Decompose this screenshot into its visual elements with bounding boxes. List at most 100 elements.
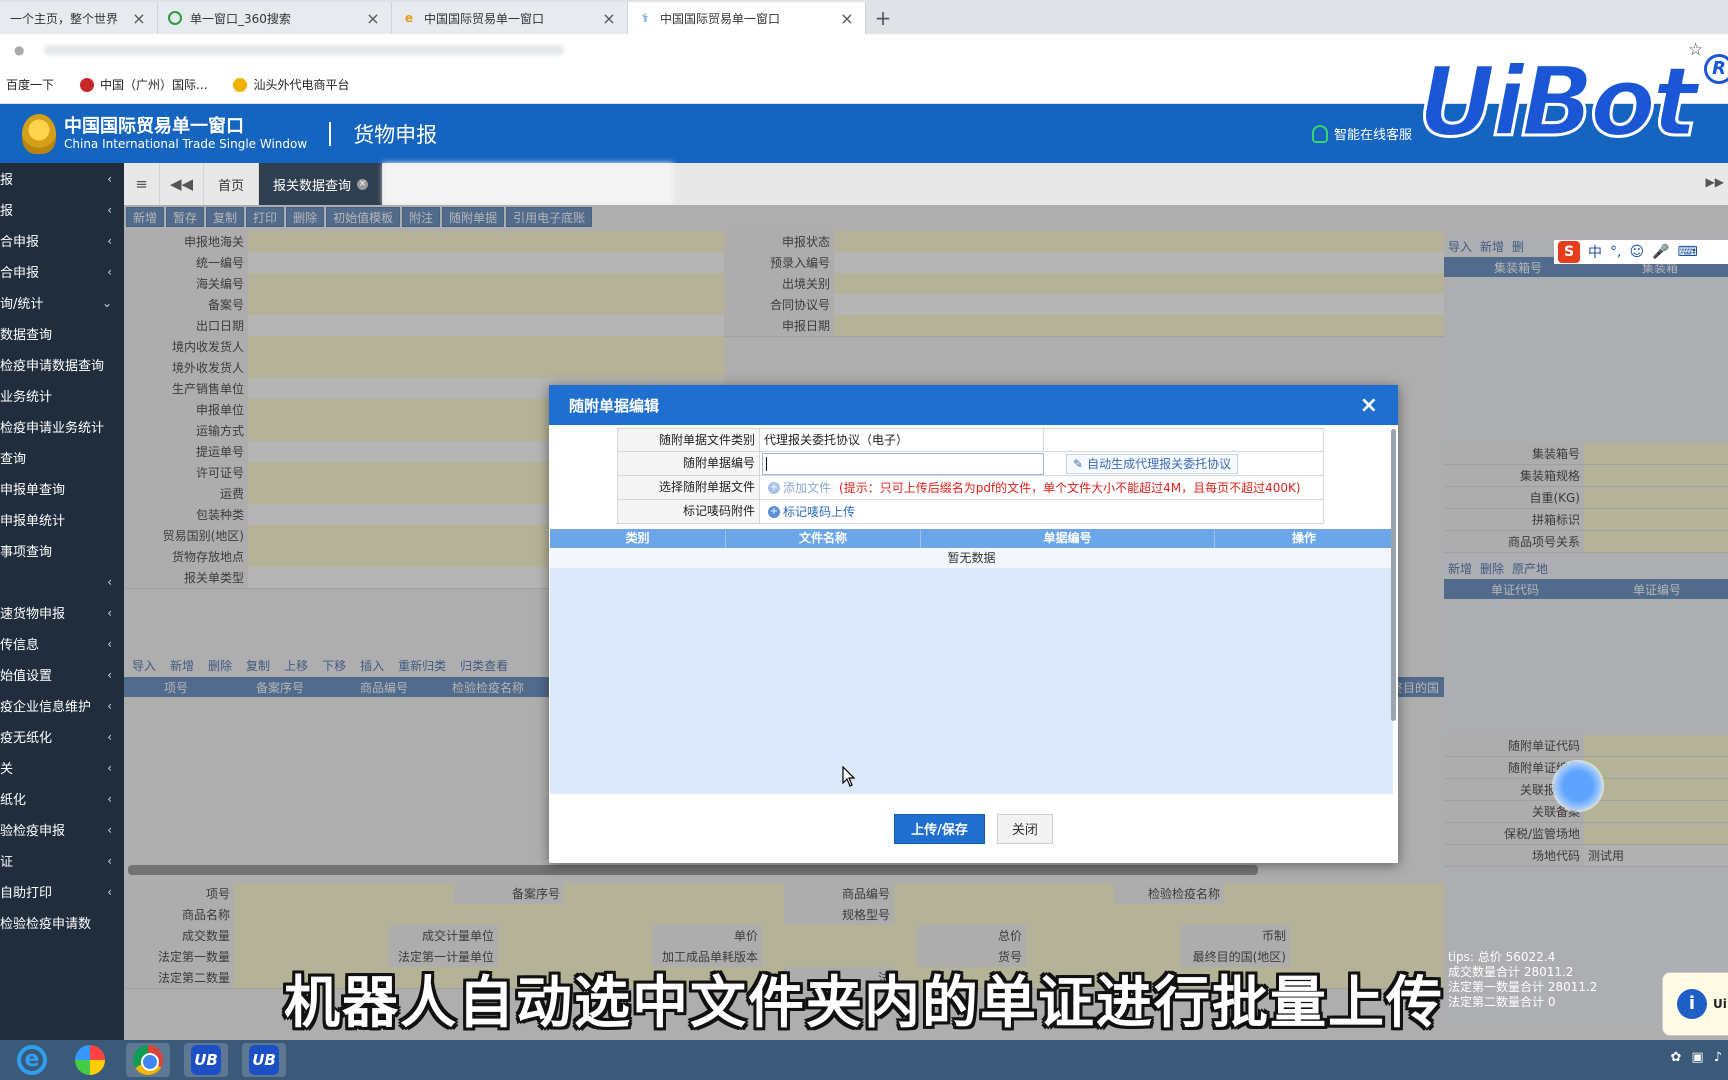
attachment-table-body: 暂无数据 bbox=[550, 548, 1393, 794]
browser-tab-3[interactable]: e 中国国际贸易单一窗口 × bbox=[392, 2, 628, 34]
file-type-cell: 代理报关委托协议（电子） bbox=[760, 429, 1323, 451]
scroll-left-icon[interactable]: ◀◀ bbox=[160, 163, 204, 205]
add-file-button[interactable]: + 添加文件 bbox=[768, 479, 831, 496]
tab-declaration-query[interactable]: 报关数据查询 × bbox=[259, 163, 384, 205]
taskbar-uibot-1[interactable]: UB bbox=[184, 1043, 228, 1077]
close-icon[interactable]: × bbox=[839, 9, 855, 28]
punctuation-icon[interactable]: °, bbox=[1610, 244, 1621, 260]
sidebar-item[interactable]: 申报单查询 bbox=[0, 473, 124, 504]
browser-tab-4[interactable]: ⚕ 中国国际贸易单一窗口 × bbox=[628, 2, 866, 34]
sidebar-item-label: 报 bbox=[0, 204, 14, 219]
sidebar-item[interactable]: 报 ‹ bbox=[0, 194, 124, 225]
bookmark-guangzhou[interactable]: 中国（广州）国际... bbox=[80, 76, 207, 93]
mark-upload-button[interactable]: + 标记唛码上传 bbox=[768, 503, 855, 520]
floating-assistant-icon[interactable] bbox=[1552, 760, 1604, 812]
col-action: 操作 bbox=[1291, 531, 1316, 545]
uibot-icon: UB bbox=[191, 1045, 221, 1075]
dialog-scrollbar[interactable] bbox=[1391, 429, 1396, 721]
chevron-icon: ‹ bbox=[107, 698, 112, 713]
sidebar-item-label: 合申报 bbox=[0, 266, 40, 281]
customs-emblem-icon bbox=[22, 113, 56, 154]
ime-lang[interactable]: 中 bbox=[1588, 242, 1602, 262]
dialog-title: 随附单据编辑 bbox=[569, 396, 660, 415]
autogen-agreement-button[interactable]: ✎ 自动生成代理报关委托协议 bbox=[1066, 453, 1239, 474]
mark-cell: + 标记唛码上传 bbox=[760, 500, 1323, 523]
browser-tab-2[interactable]: 单一窗口_360搜索 × bbox=[158, 2, 392, 34]
sidebar-item[interactable]: 合申报 ‹ bbox=[0, 225, 124, 256]
upload-hint: (提示：只可上传后缀名为pdf的文件，单个文件大小不能超过4M，且每页不超过40… bbox=[839, 481, 1301, 495]
sidebar-item[interactable]: ‹ bbox=[0, 566, 124, 597]
sidebar-item[interactable]: 疫无纸化 ‹ bbox=[0, 721, 124, 752]
sidebar-item[interactable]: 检疫申请业务统计 bbox=[0, 411, 124, 442]
close-icon[interactable]: × bbox=[601, 9, 617, 28]
chevron-icon: ‹ bbox=[107, 729, 112, 744]
scroll-right-icon[interactable]: ▶▶ bbox=[1706, 175, 1724, 189]
sidebar-item[interactable]: 疫企业信息维护 ‹ bbox=[0, 690, 124, 721]
taskbar-pinwheel[interactable] bbox=[68, 1043, 112, 1077]
taskbar-ie[interactable]: e bbox=[10, 1043, 54, 1077]
sidebar-item[interactable]: 自助打印 ‹ bbox=[0, 876, 124, 907]
browser-tab-1[interactable]: 一个主页，整个世界 × bbox=[0, 2, 158, 34]
sidebar-item[interactable]: 证 ‹ bbox=[0, 845, 124, 876]
volume-icon[interactable]: ♪ bbox=[1714, 1050, 1722, 1065]
sidebar-item[interactable]: 申报单统计 bbox=[0, 504, 124, 535]
star-bookmark-icon bbox=[233, 77, 248, 92]
close-icon[interactable]: × bbox=[1360, 393, 1378, 418]
sidebar-item[interactable]: 查询 bbox=[0, 442, 124, 473]
headset-icon bbox=[1312, 124, 1328, 143]
taskbar-chrome[interactable] bbox=[126, 1043, 170, 1077]
sidebar-item-label: 自助打印 bbox=[0, 886, 53, 901]
chevron-icon: ‹ bbox=[107, 791, 112, 806]
attachment-form: 随附单据文件类别 代理报关委托协议（电子） 随附单据编号 ✎ 自动生成代理报关委… bbox=[617, 428, 1324, 524]
sidebar-item[interactable]: 检验检疫申请数 bbox=[0, 907, 124, 938]
taskbar-uibot-2[interactable]: UB bbox=[242, 1043, 286, 1077]
blurred-tab[interactable] bbox=[383, 163, 674, 205]
menu-toggle-icon[interactable]: ≡ bbox=[124, 163, 160, 205]
seal-icon bbox=[80, 77, 95, 92]
dialog-footer: 上传/保存 关闭 bbox=[549, 794, 1398, 863]
doc-no-input[interactable] bbox=[762, 452, 1044, 475]
sidebar-item[interactable]: 始值设置 ‹ bbox=[0, 659, 124, 690]
ime-toolbar[interactable]: S 中 °, ☺ 🎤 ⌨ bbox=[1554, 240, 1728, 264]
browser-tab-label: 中国国际贸易单一窗口 bbox=[660, 11, 781, 26]
close-button[interactable]: 关闭 bbox=[996, 813, 1053, 844]
sidebar-item[interactable]: 报 ‹ bbox=[0, 163, 124, 194]
upload-save-button[interactable]: 上传/保存 bbox=[894, 813, 985, 844]
new-tab-button[interactable]: + bbox=[866, 2, 900, 34]
text-caret bbox=[766, 456, 767, 471]
sidebar-item[interactable]: 传信息 ‹ bbox=[0, 628, 124, 659]
sidebar-item[interactable]: 速货物申报 ‹ bbox=[0, 597, 124, 628]
doc-no-label: 随附单据编号 bbox=[618, 452, 760, 475]
page-tab-strip: ≡ ◀◀ 首页 报关数据查询 × ▶▶ bbox=[124, 163, 1728, 205]
brand: 中国国际贸易单一窗口 China International Trade Sin… bbox=[64, 116, 307, 152]
sidebar-item[interactable]: 数据查询 bbox=[0, 318, 124, 349]
sidebar-item[interactable]: 事项查询 bbox=[0, 535, 124, 566]
sidebar-item[interactable]: 检疫申请数据查询 bbox=[0, 349, 124, 380]
tray-icon[interactable]: ✿ bbox=[1671, 1050, 1682, 1065]
sidebar-item-label: 传信息 bbox=[0, 638, 40, 653]
url-text-blurred[interactable] bbox=[44, 45, 565, 55]
close-icon[interactable]: × bbox=[131, 9, 147, 28]
emoji-icon[interactable]: ☺ bbox=[1629, 244, 1644, 260]
edit-icon: ✎ bbox=[1073, 456, 1084, 471]
network-icon[interactable]: ▣ bbox=[1691, 1050, 1703, 1065]
sidebar-item[interactable]: 关 ‹ bbox=[0, 752, 124, 783]
voice-icon[interactable]: 🎤 bbox=[1652, 244, 1669, 260]
col-file-name: 文件名称 bbox=[726, 529, 921, 548]
sidebar-item[interactable]: 合申报 ‹ bbox=[0, 256, 124, 287]
sidebar-item[interactable]: 业务统计 bbox=[0, 380, 124, 411]
sidebar-item[interactable]: 验检疫申报 ‹ bbox=[0, 814, 124, 845]
online-service-link[interactable]: 智能在线客服 bbox=[1312, 124, 1412, 143]
sidebar-item[interactable]: 询/统计 ⌄ bbox=[0, 287, 124, 318]
chrome-icon bbox=[133, 1045, 163, 1075]
divider bbox=[329, 121, 332, 146]
tab-home[interactable]: 首页 bbox=[204, 163, 260, 205]
sidebar-item-label: 报 bbox=[0, 173, 14, 188]
bookmark-baidu[interactable]: 百度一下 bbox=[6, 76, 54, 93]
keyboard-icon[interactable]: ⌨ bbox=[1678, 244, 1698, 260]
close-icon[interactable]: × bbox=[365, 9, 381, 28]
close-tab-icon[interactable]: × bbox=[357, 178, 369, 190]
bookmark-shantou[interactable]: 汕头外代电商平台 bbox=[233, 76, 349, 93]
file-type-select[interactable]: 代理报关委托协议（电子） bbox=[762, 429, 1044, 451]
sidebar-item[interactable]: 纸化 ‹ bbox=[0, 783, 124, 814]
